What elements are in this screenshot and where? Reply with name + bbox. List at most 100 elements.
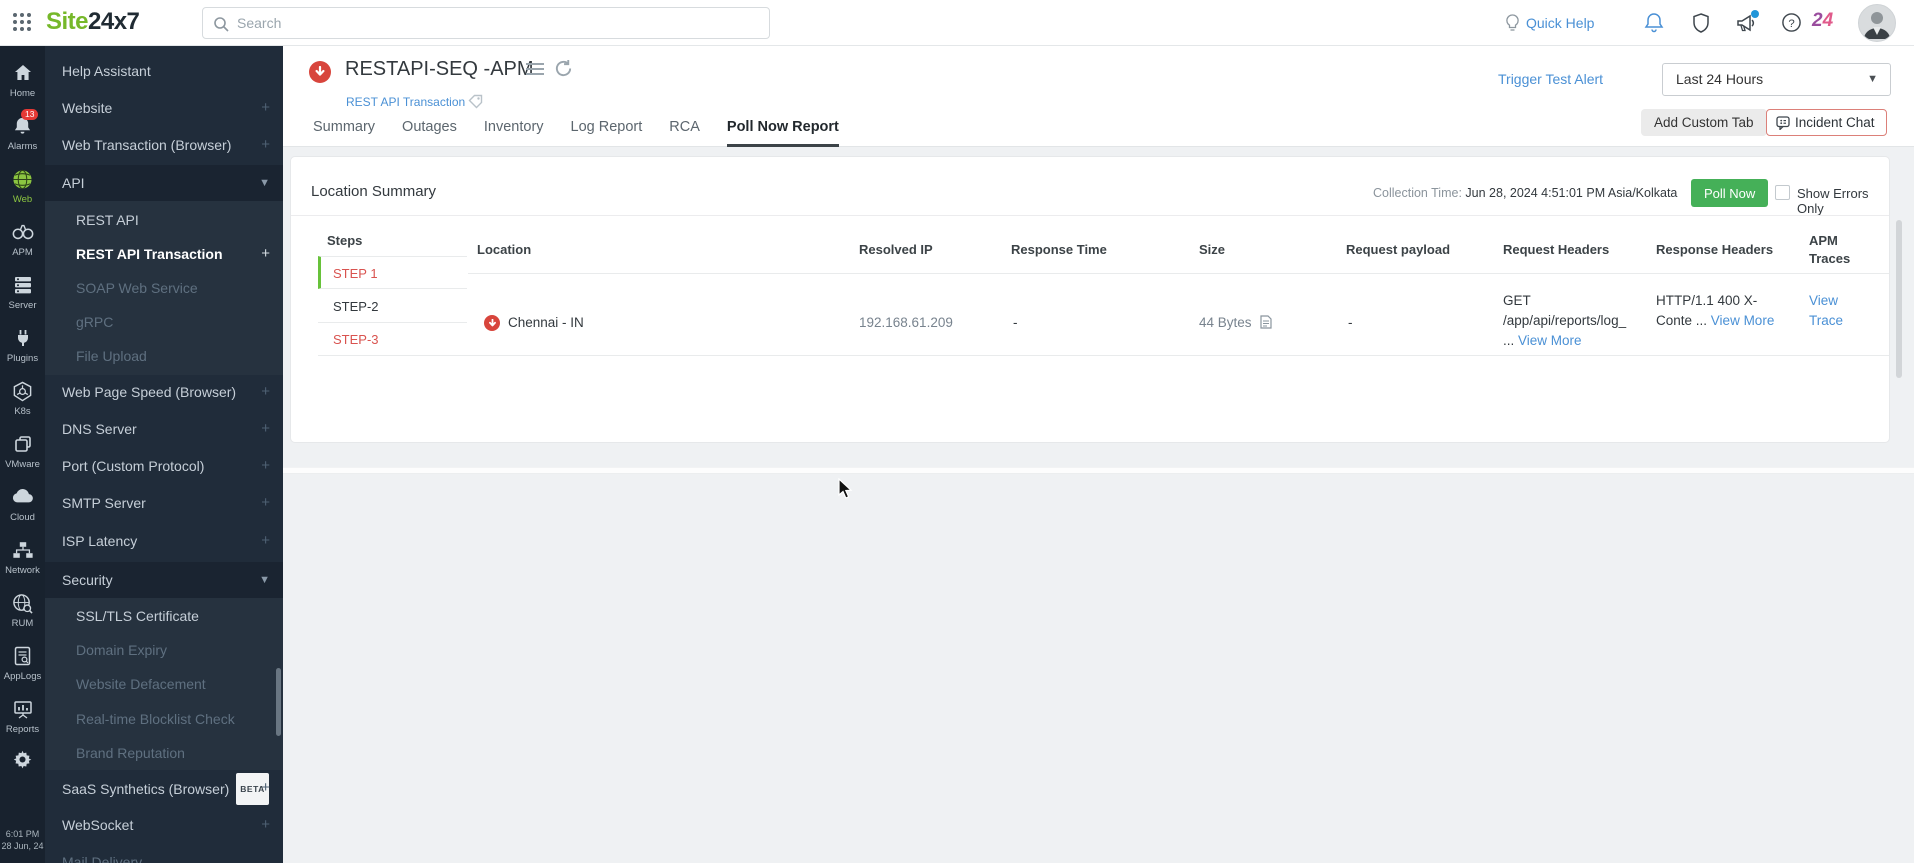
sidebar-item-domain-expiry[interactable]: Domain Expiry [45, 635, 283, 665]
document-icon[interactable] [1260, 315, 1272, 329]
response-headers-cell: HTTP/1.1 400 X-Conte ... View More [1656, 293, 1775, 328]
table-header-divider [468, 273, 1889, 274]
plus-icon[interactable]: + [261, 130, 270, 160]
sidebar-item-website-defacement[interactable]: Website Defacement [45, 669, 283, 699]
tag-icon[interactable] [468, 94, 483, 109]
show-errors-only-checkbox[interactable] [1775, 185, 1790, 200]
location-summary-card: Location Summary Collection Time: Jun 28… [290, 156, 1890, 443]
step-1-item[interactable]: STEP 1 [318, 256, 467, 289]
zoho-24-icon[interactable]: 24 [1812, 10, 1833, 32]
sidebar-item-file-upload[interactable]: File Upload [45, 341, 283, 371]
tab-poll-now-report[interactable]: Poll Now Report [726, 119, 839, 147]
table-row-divider [318, 355, 1889, 356]
monitor-down-status-icon [309, 61, 331, 83]
column-header-location: Location [477, 242, 532, 257]
sidebar-item-soap-web-service[interactable]: SOAP Web Service [45, 273, 283, 303]
tab-rca[interactable]: RCA [669, 119, 700, 147]
server-icon [0, 275, 45, 297]
rail-item-plugins[interactable]: Plugins [0, 328, 45, 364]
tab-summary[interactable]: Summary [313, 119, 375, 147]
page-scrollbar[interactable] [1896, 220, 1902, 378]
request-headers-view-more-link[interactable]: View More [1518, 333, 1582, 348]
sidebar-item-brand-reputation[interactable]: Brand Reputation [45, 738, 283, 768]
step-3-item[interactable]: STEP-3 [318, 323, 467, 356]
rail-item-vmware[interactable]: VMware [0, 434, 45, 470]
tab-log-report[interactable]: Log Report [571, 119, 643, 147]
monitor-type-breadcrumb[interactable]: REST API Transaction [346, 95, 465, 109]
refresh-icon[interactable] [554, 59, 573, 78]
user-avatar[interactable] [1858, 4, 1896, 42]
sidebar-item-grpc[interactable]: gRPC [45, 307, 283, 337]
poll-now-button[interactable]: Poll Now [1691, 179, 1769, 207]
sidebar-item-web-page-speed[interactable]: Web Page Speed (Browser) + [45, 377, 283, 407]
plus-icon[interactable]: + [261, 810, 270, 840]
sidebar-item-dns-server[interactable]: DNS Server + [45, 414, 283, 444]
rail-item-web[interactable]: Web [0, 169, 45, 205]
column-header-size: Size [1199, 242, 1226, 257]
plus-icon[interactable]: + [261, 773, 270, 803]
sidebar-item-saas-synthetics[interactable]: SaaS Synthetics (Browser) BETA + [45, 773, 283, 805]
plus-icon[interactable]: + [261, 488, 270, 518]
notifications-bell-icon[interactable] [1644, 12, 1666, 34]
apm-view-trace-link[interactable]: View Trace [1809, 291, 1855, 331]
sidebar-scrollbar[interactable] [276, 668, 281, 736]
trigger-test-alert-link[interactable]: Trigger Test Alert [1498, 71, 1603, 87]
sidebar-item-mail-delivery[interactable]: Mail Delivery [45, 847, 283, 863]
rail-item-apm[interactable]: APM [0, 222, 45, 258]
sidebar-item-security[interactable]: Security ▼ [45, 565, 283, 595]
rail-clock: 6:01 PM 28 Jun, 24 [1, 829, 44, 851]
sidebar-item-port-custom-protocol[interactable]: Port (Custom Protocol) + [45, 451, 283, 481]
apps-grid-icon[interactable] [13, 13, 33, 33]
sidebar-item-api[interactable]: API ▼ [45, 168, 283, 198]
time-range-select[interactable]: Last 24 Hours ▼ [1662, 63, 1891, 96]
rail-item-home[interactable]: Home [0, 63, 45, 99]
rail-item-network[interactable]: Network [0, 540, 45, 576]
response-headers-view-more-link[interactable]: View More [1711, 313, 1775, 328]
location-summary-title: Location Summary [311, 183, 437, 200]
sidebar-item-web-transaction-browser[interactable]: Web Transaction (Browser) + [45, 130, 283, 160]
sidebar-item-rest-api-transaction[interactable]: REST API Transaction + [45, 239, 283, 269]
add-custom-tab-button[interactable]: Add Custom Tab [1641, 109, 1767, 136]
monitor-type-sidebar: Help Assistant Website + Web Transaction … [45, 46, 283, 863]
resolved-ip-cell: 192.168.61.209 [859, 315, 953, 330]
cloud-icon [0, 487, 45, 509]
sidebar-item-isp-latency[interactable]: ISP Latency + [45, 526, 283, 556]
rail-item-cloud[interactable]: Cloud [0, 487, 45, 523]
rail-item-server[interactable]: Server [0, 275, 45, 311]
chevron-down-icon: ▼ [259, 177, 270, 189]
rail-item-applogs[interactable]: AppLogs [0, 646, 45, 682]
rail-settings[interactable] [0, 750, 45, 772]
site24x7-logo[interactable]: Site24x7 [46, 8, 140, 36]
sidebar-item-website[interactable]: Website + [45, 93, 283, 123]
sidebar-item-ssl-tls-certificate[interactable]: SSL/TLS Certificate [45, 601, 283, 631]
incident-chat-button[interactable]: Incident Chat [1766, 109, 1887, 136]
tab-outages[interactable]: Outages [402, 119, 457, 147]
step-2-item[interactable]: STEP-2 [318, 290, 467, 323]
plus-icon[interactable]: + [261, 377, 270, 407]
network-icon [0, 540, 45, 562]
plus-icon[interactable]: + [261, 93, 270, 123]
quick-help-button[interactable]: Quick Help [1505, 14, 1594, 32]
rail-item-alarms[interactable]: 13 Alarms [0, 109, 45, 152]
plus-icon[interactable]: + [261, 451, 270, 481]
request-payload-cell: - [1348, 315, 1353, 330]
hamburger-menu-icon[interactable] [526, 61, 544, 77]
rail-item-reports[interactable]: Reports [0, 699, 45, 735]
sidebar-item-websocket[interactable]: WebSocket + [45, 810, 283, 840]
rail-item-rum[interactable]: RUM [0, 593, 45, 629]
tab-inventory[interactable]: Inventory [484, 119, 544, 147]
sidebar-item-realtime-blocklist-check[interactable]: Real-time Blocklist Check [45, 704, 283, 734]
plus-icon[interactable]: + [261, 526, 270, 556]
sidebar-item-help-assistant[interactable]: Help Assistant [45, 56, 283, 86]
plus-icon[interactable]: + [261, 239, 270, 269]
alarms-count-badge: 13 [21, 109, 39, 120]
shield-icon[interactable] [1691, 12, 1713, 34]
help-icon[interactable]: ? [1781, 12, 1803, 34]
sidebar-item-rest-api[interactable]: REST API [45, 205, 283, 235]
lower-panel-edge [283, 467, 1914, 474]
plus-icon[interactable]: + [261, 414, 270, 444]
sidebar-item-smtp-server[interactable]: SMTP Server + [45, 488, 283, 518]
announcements-megaphone-icon[interactable] [1735, 10, 1759, 34]
rail-item-k8s[interactable]: K8s [0, 381, 45, 417]
search-input[interactable] [237, 9, 757, 37]
